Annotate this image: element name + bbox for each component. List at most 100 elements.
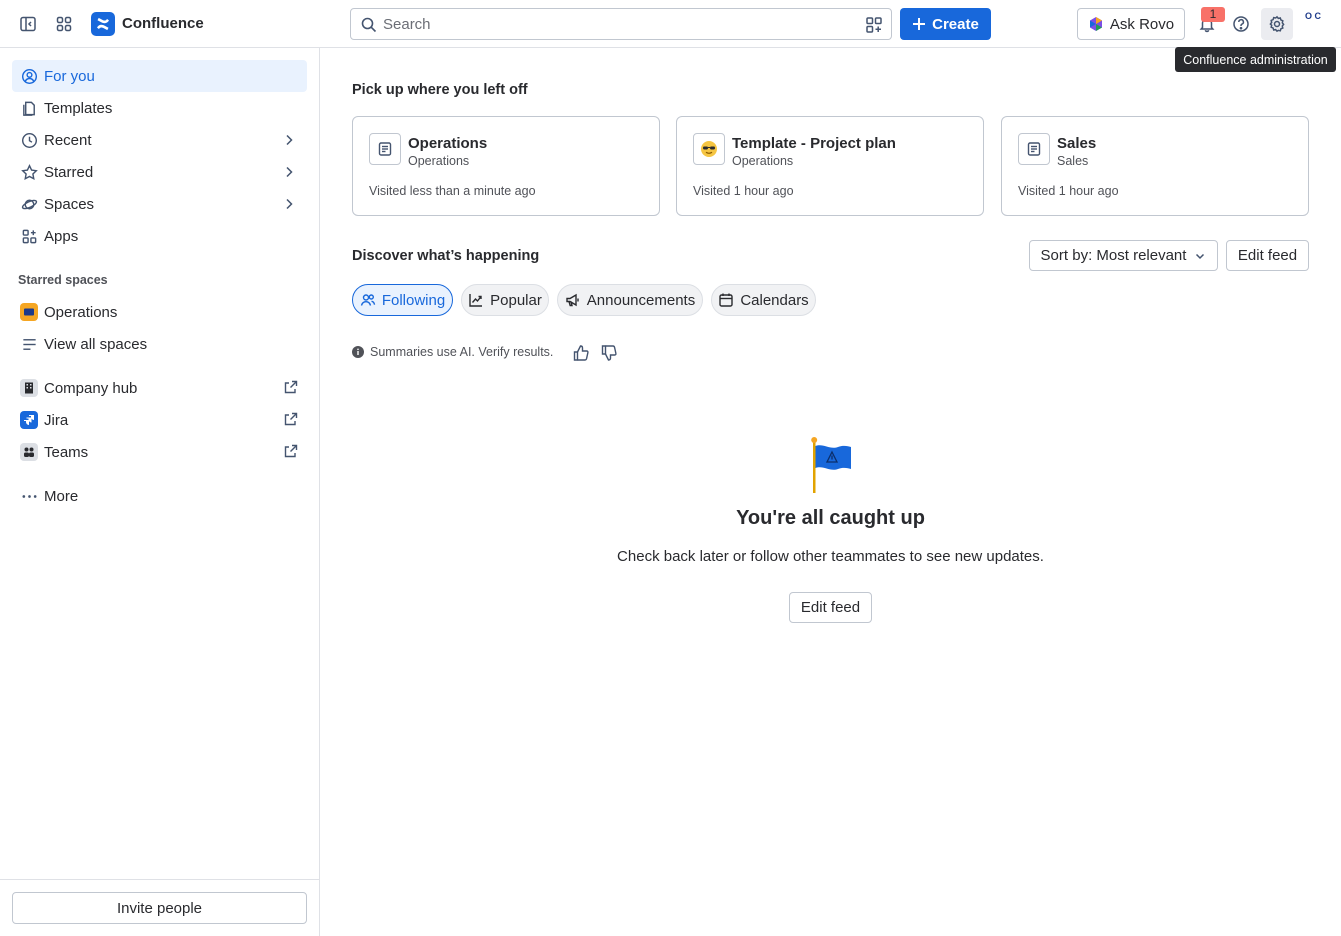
clock-icon [20,131,38,149]
sidebar-space-operations[interactable]: Operations [12,296,307,328]
search-box[interactable] [350,8,892,40]
page-icon [369,133,401,165]
sidebar-view-all-spaces[interactable]: View all spaces [12,328,307,360]
sidebar-item-label: Teams [44,443,89,461]
sidebar-toggle-icon[interactable] [16,12,40,36]
person-circle-icon [20,67,38,85]
chevron-down-icon [1196,253,1205,259]
sort-label: Sort by: Most relevant [1040,247,1187,264]
templates-icon [20,99,38,117]
external-link-icon[interactable] [283,443,299,459]
search-input[interactable] [383,14,853,34]
avatar-text: O C [1304,11,1321,21]
admin-settings-button[interactable] [1261,8,1293,40]
confluence-logo-icon[interactable] [91,12,115,36]
sidebar-item-label: Company hub [44,379,138,397]
chevron-right-icon[interactable] [281,164,297,180]
tab-label: Calendars [740,291,809,309]
sidebar-item-templates[interactable]: Templates [12,92,307,124]
operations-space-icon [20,303,38,321]
pickup-heading: Pick up where you left off [352,82,528,98]
qr-icon[interactable] [865,16,883,34]
create-button[interactable]: Create [900,8,991,40]
search-icon [361,17,377,33]
card-title: Template - Project plan [732,135,896,152]
planet-icon [20,195,38,213]
sidebar-item-label: Apps [44,227,79,245]
sidebar-item-spaces[interactable]: Spaces [12,188,307,220]
ask-rovo-button[interactable]: Ask Rovo [1077,8,1185,40]
card-space: Sales [1057,154,1089,168]
list-icon [20,335,38,353]
sidebar-item-label: Jira [44,411,69,429]
sidebar-item-for-you[interactable]: For you [12,60,307,92]
chevron-right-icon[interactable] [281,196,297,212]
thumbs-up-icon[interactable] [572,344,590,362]
card-visited: Visited 1 hour ago [1018,184,1119,198]
sidebar-teams[interactable]: Teams [12,436,307,468]
sidebar-footer: Invite people [0,879,319,936]
ai-disclaimer: Summaries use AI. Verify results. [352,345,553,359]
sidebar-item-label: Operations [44,303,118,321]
card-space: Operations [732,154,794,168]
tab-popular[interactable]: Popular [461,284,549,316]
sidebar-item-label: More [44,487,79,505]
building-icon [20,379,38,397]
apps-icon [20,227,38,245]
ask-rovo-label: Ask Rovo [1109,15,1175,33]
create-button-label: Create [932,15,979,33]
card-title: Sales [1057,135,1097,152]
sidebar-item-apps[interactable]: Apps [12,220,307,252]
invite-people-button[interactable]: Invite people [12,892,307,924]
people-icon [360,292,376,308]
app-switcher-icon[interactable] [52,12,76,36]
plus-icon [913,18,926,30]
sidebar-company-hub[interactable]: Company hub [12,372,307,404]
help-icon[interactable] [1229,12,1253,36]
gear-icon [1269,15,1285,33]
admin-tooltip: Confluence administration [1175,47,1336,72]
sidebar-item-label: View all spaces [44,335,148,353]
recent-card[interactable]: Sales Sales Visited 1 hour ago [1001,116,1309,216]
tab-following[interactable]: Following [352,284,453,316]
avatar[interactable]: O C [1299,12,1327,36]
card-visited: Visited less than a minute ago [369,184,536,198]
trend-chart-icon [468,292,484,308]
ai-disclaimer-text: Summaries use AI. Verify results. [370,345,554,359]
more-dots-icon [20,487,38,505]
notification-badge: 1 [1201,7,1225,22]
sidebar-item-label: Starred [44,163,94,181]
chevron-right-icon[interactable] [281,132,297,148]
tab-label: Popular [490,291,542,309]
sidebar-item-label: For you [44,67,95,85]
sort-dropdown[interactable]: Sort by: Most relevant [1029,240,1218,271]
tab-label: Announcements [586,291,696,309]
sidebar-item-recent[interactable]: Recent [12,124,307,156]
sidebar-item-label: Recent [44,131,92,149]
starred-spaces-heading: Starred spaces [18,273,108,287]
app-title[interactable]: Confluence [122,15,204,32]
card-title: Operations [408,135,488,152]
card-space: Operations [408,154,470,168]
flag-illustration-icon [811,437,851,493]
sunglasses-emoji-icon [693,133,725,165]
tab-calendars[interactable]: Calendars [711,284,816,316]
tab-label: Following [381,291,446,309]
empty-edit-feed-button[interactable]: Edit feed [789,592,872,623]
sidebar-jira[interactable]: Jira [12,404,307,436]
tab-announcements[interactable]: Announcements [557,284,703,316]
star-icon [20,163,38,181]
sidebar-item-starred[interactable]: Starred [12,156,307,188]
recent-card[interactable]: Template - Project plan Operations Visit… [676,116,984,216]
megaphone-icon [565,292,581,308]
edit-feed-button[interactable]: Edit feed [1226,240,1309,271]
external-link-icon[interactable] [283,411,299,427]
card-visited: Visited 1 hour ago [693,184,794,198]
recent-card[interactable]: Operations Operations Visited less than … [352,116,660,216]
thumbs-down-icon[interactable] [600,344,618,362]
page-icon [1018,133,1050,165]
jira-icon [20,411,38,429]
external-link-icon[interactable] [283,379,299,395]
info-icon [352,346,364,358]
calendar-icon [718,292,734,308]
